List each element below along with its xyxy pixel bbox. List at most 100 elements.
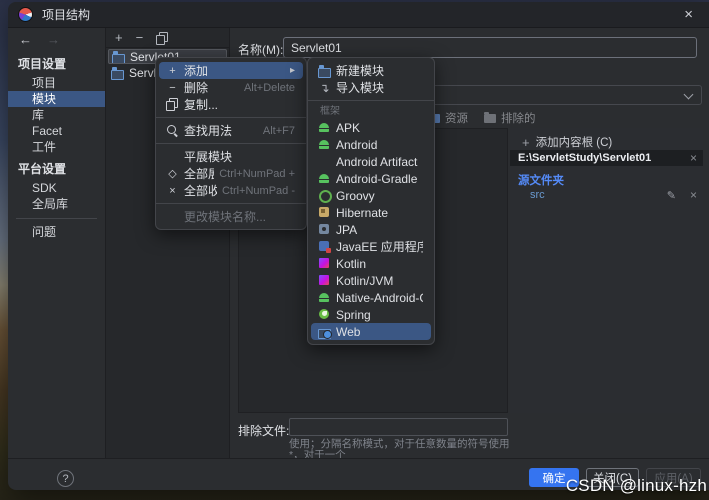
- sidebar-item-project[interactable]: 项目: [8, 75, 105, 91]
- hibernate-icon: [318, 206, 331, 219]
- menu-shortcut: Alt+F7: [263, 125, 295, 137]
- problems-section-separator: [16, 218, 97, 219]
- add-submenu-item-jpa[interactable]: JPA: [311, 221, 431, 238]
- context-menu-item-rename-module[interactable]: 更改模块名称...: [159, 208, 303, 225]
- add-submenu-item-web[interactable]: Web: [311, 323, 431, 340]
- exclude-files-input[interactable]: [289, 418, 508, 436]
- menu-shortcut: Ctrl+NumPad +: [219, 168, 295, 180]
- help-button[interactable]: ?: [57, 470, 74, 487]
- remove-icon[interactable]: −: [136, 32, 144, 44]
- watermark-text: CSDN @linux-hzh: [566, 476, 707, 496]
- blank-icon: [318, 155, 331, 168]
- delete-icon: −: [166, 81, 179, 94]
- legend-label: 资源: [445, 110, 468, 126]
- add-submenu-item-spring[interactable]: Spring: [311, 306, 431, 323]
- dialog-titlebar: 项目结构 ×: [8, 2, 709, 28]
- menu-item-label: Android-Gradle: [336, 172, 423, 186]
- android-icon: [318, 172, 331, 185]
- add-icon: +: [166, 64, 179, 77]
- module-name-label: 名称(M):: [238, 41, 283, 58]
- add-submenu-separator: [308, 100, 434, 101]
- exclude-help-text: 使用；分隔名称模式，对于任意数量的符号使用 *，对于一个 符号则使用 ?。: [289, 439, 514, 458]
- sidebar-item-facets[interactable]: Facet: [8, 123, 105, 139]
- sidebar-item-global-libraries[interactable]: 全局库: [8, 196, 105, 212]
- module-item-label: Servl: [129, 66, 156, 80]
- folder-icon: [484, 114, 496, 123]
- content-root-row[interactable]: E:\ServletStudy\Servlet01 ×: [510, 150, 703, 166]
- add-submenu-item-native-android-gradle[interactable]: Native-Android-Gradle: [311, 289, 431, 306]
- collapse-all-icon: ×: [166, 184, 179, 197]
- android-icon: [318, 291, 331, 304]
- menu-item-label: 平展模块: [184, 148, 295, 165]
- add-content-root-button[interactable]: + 添加内容根 (C): [522, 134, 612, 150]
- menu-item-label: 导入模块: [336, 79, 423, 96]
- add-submenu-item-groovy[interactable]: Groovy: [311, 187, 431, 204]
- copy-icon[interactable]: [156, 32, 168, 44]
- add-submenu-item-new-module[interactable]: 新建模块: [311, 62, 431, 79]
- menu-item-label: 添加: [184, 62, 285, 79]
- add-submenu-item-kotlin[interactable]: Kotlin: [311, 255, 431, 272]
- legend-label: 排除的: [501, 110, 536, 126]
- blank-icon: [166, 150, 179, 163]
- module-toolbar: +−: [106, 28, 229, 48]
- sidebar-item-libraries[interactable]: 库: [8, 107, 105, 123]
- remove-source-icon[interactable]: ×: [690, 188, 697, 202]
- context-menu-separator: [156, 143, 306, 144]
- forward-icon[interactable]: →: [47, 32, 60, 47]
- menu-item-label: 全部展开: [184, 165, 214, 182]
- context-menu-item-add[interactable]: + 添加 ▸: [159, 62, 303, 79]
- edit-pencil-icon[interactable]: ✎: [667, 189, 676, 202]
- add-submenu-item-kotlin-jvm[interactable]: Kotlin/JVM: [311, 272, 431, 289]
- context-menu-item-expand-all[interactable]: ◇全部展开Ctrl+NumPad +: [159, 165, 303, 182]
- source-folder-name: src: [530, 189, 667, 201]
- add-submenu-item-android-gradle[interactable]: Android-Gradle: [311, 170, 431, 187]
- legend-excluded: 排除的: [484, 110, 536, 126]
- source-folder-row[interactable]: src ✎ ×: [510, 188, 703, 202]
- module-icon: [112, 50, 125, 63]
- android-icon: [318, 138, 331, 151]
- add-submenu-item-javaee-application[interactable]: JavaEE 应用程序: [311, 238, 431, 255]
- remove-root-icon[interactable]: ×: [690, 151, 697, 165]
- context-menu-item-collapse-all[interactable]: ×全部收起Ctrl+NumPad -: [159, 182, 303, 199]
- sidebar-item-modules[interactable]: 模块: [8, 91, 105, 107]
- menu-item-label: 更改模块名称...: [184, 208, 295, 225]
- add-submenu-item-hibernate[interactable]: Hibernate: [311, 204, 431, 221]
- kotlin-icon: [318, 257, 331, 270]
- add-content-root-label: 添加内容根 (C): [536, 134, 613, 150]
- sidebar-item-problems[interactable]: 问题: [8, 224, 105, 240]
- module-name-input[interactable]: [283, 37, 697, 58]
- add-submenu-item-apk[interactable]: APK: [311, 119, 431, 136]
- context-menu-item-find-usages[interactable]: 查找用法Alt+F7: [159, 122, 303, 139]
- settings-sidebar: ← → 项目设置项目模块库Facet工件平台设置SDK全局库问题: [8, 28, 105, 458]
- sidebar-item-sdk[interactable]: SDK: [8, 180, 105, 196]
- desktop-wallpaper: 项目结构 × ← → 项目设置项目模块库Facet工件平台设置SDK全局库问题 …: [0, 0, 709, 500]
- sidebar-item-artifacts[interactable]: 工件: [8, 139, 105, 155]
- context-menu-item-copy[interactable]: 复制...: [159, 96, 303, 113]
- add-submenu-item-android[interactable]: Android: [311, 136, 431, 153]
- add-submenu-item-android-artifact[interactable]: Android Artifact: [311, 153, 431, 170]
- menu-item-label: Native-Android-Gradle: [336, 291, 423, 305]
- menu-item-label: JavaEE 应用程序: [336, 238, 423, 255]
- close-icon[interactable]: ×: [684, 6, 693, 23]
- menu-item-label: Android Artifact: [336, 155, 423, 169]
- menu-item-label: Hibernate: [336, 206, 423, 220]
- add-icon[interactable]: +: [115, 32, 123, 44]
- module-icon: [318, 64, 331, 77]
- content-root-path: E:\ServletStudy\Servlet01: [518, 152, 684, 164]
- android-icon: [318, 121, 331, 134]
- menu-item-label: 复制...: [184, 96, 295, 113]
- add-submenu-item-import-module[interactable]: ↴导入模块: [311, 79, 431, 96]
- submenu-arrow-icon: ▸: [290, 65, 295, 76]
- dialog-title: 项目结构: [42, 6, 90, 23]
- context-menu-separator: [156, 203, 306, 204]
- context-menu-item-delete[interactable]: −删除Alt+Delete: [159, 79, 303, 96]
- menu-item-label: JPA: [336, 223, 423, 237]
- groovy-icon: [318, 189, 331, 202]
- back-icon[interactable]: ←: [19, 32, 32, 47]
- platform-settings-header: 平台设置: [8, 155, 105, 180]
- kotlin-icon: [318, 274, 331, 287]
- menu-item-label: Groovy: [336, 189, 423, 203]
- nav-arrows: ← →: [8, 28, 105, 50]
- plus-icon: +: [522, 135, 530, 150]
- context-menu-item-flatten-modules[interactable]: 平展模块: [159, 148, 303, 165]
